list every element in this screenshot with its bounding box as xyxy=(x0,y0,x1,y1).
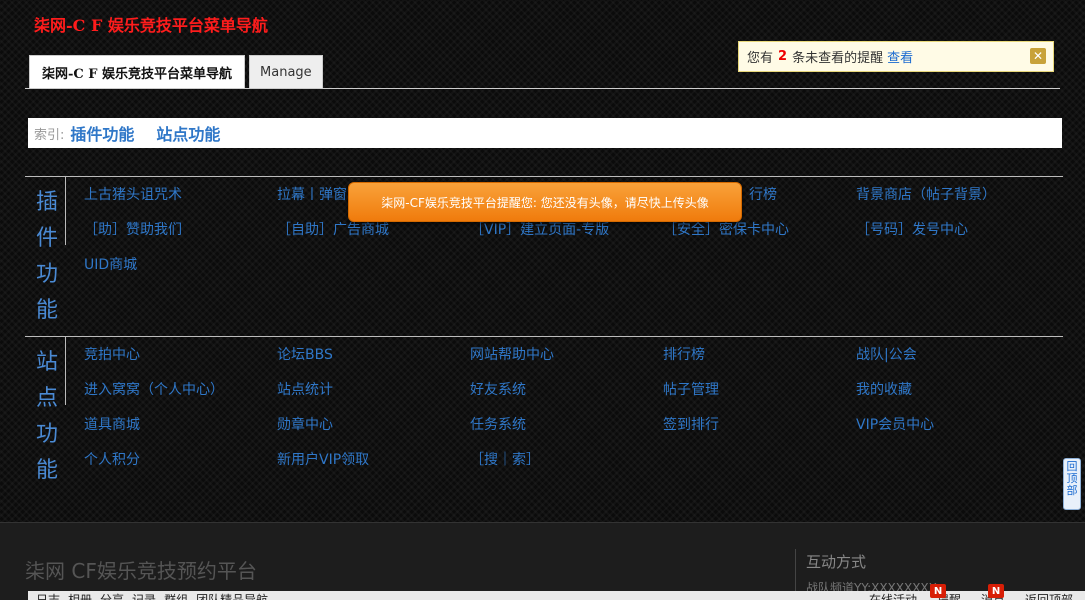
site-link[interactable]: 排行榜 xyxy=(663,344,856,366)
site-link[interactable]: VIP会员中心 xyxy=(856,414,1049,436)
footer-contact-title: 互动方式 xyxy=(806,553,867,571)
site-link[interactable]: 道具商城 xyxy=(84,414,277,436)
notice-view-link[interactable]: 查看 xyxy=(887,47,913,66)
index-link-site[interactable]: 站点功能 xyxy=(156,121,220,145)
tab-manage[interactable]: Manage xyxy=(249,55,323,89)
close-icon[interactable]: ✕ xyxy=(1030,48,1046,64)
notice-count: 2 xyxy=(778,49,788,64)
toolbar-item[interactable]: 日志 xyxy=(36,591,60,600)
site-link[interactable]: 任务系统 xyxy=(470,414,663,436)
plugin-link[interactable]: ［VIP］建立页面-专版 xyxy=(470,219,663,241)
avatar-reminder-toast: 柒网-CF娱乐竞技平台提醒您: 您还没有头像，请尽快上传头像 xyxy=(348,182,742,222)
plugin-link[interactable]: 上古猪头诅咒术 xyxy=(84,184,277,206)
footer: 柒网 CF娱乐竞技预约平台 互动方式 战队频道YY:XXXXXXXX xyxy=(0,522,1085,600)
index-bar: 索引: 插件功能 站点功能 xyxy=(28,118,1062,148)
site-link[interactable]: 论坛BBS xyxy=(277,344,470,366)
notice-suffix: 条未查看的提醒 xyxy=(792,51,884,66)
site-grid: 竞拍中心 论坛BBS 网站帮助中心 排行榜 战队|公会 进入窝窝（个人中心） 站… xyxy=(84,344,1049,471)
bottom-toolbar: 日志 相册 分享 记录 群组 团队精品导航 在线活动 提醒 消息 返回顶部 xyxy=(28,591,1085,600)
index-label: 索引: xyxy=(34,127,65,143)
plugins-section-label: 插件功能 xyxy=(35,190,58,323)
toolbar-item[interactable]: 记录 xyxy=(132,591,156,600)
site-link[interactable]: 竞拍中心 xyxy=(84,344,277,366)
site-link[interactable]: 帖子管理 xyxy=(663,379,856,401)
site-link[interactable]: 签到排行 xyxy=(663,414,856,436)
toolbar-item[interactable]: 分享 xyxy=(100,591,124,600)
toolbar-item[interactable]: 群组 xyxy=(164,591,188,600)
plugin-link[interactable]: ［助］赞助我们 xyxy=(84,219,277,241)
site-link[interactable]: 进入窝窝（个人中心） xyxy=(84,379,277,401)
site-title: 柒网-C F 娱乐竞技平台菜单导航 xyxy=(34,16,268,35)
tab-divider xyxy=(25,88,1060,89)
toolbar-right-item[interactable]: 返回顶部 xyxy=(1025,591,1073,600)
site-link[interactable]: 战队|公会 xyxy=(856,344,1049,366)
tab-bar: 柒网-C F 娱乐竞技平台菜单导航 Manage xyxy=(29,55,323,89)
notice-prefix: 您有 xyxy=(747,51,774,66)
plugin-link[interactable]: 背景商店（帖子背景） xyxy=(856,184,1049,206)
toolbar-item[interactable]: 团队精品导航 xyxy=(196,591,268,600)
footer-brand: 柒网 CF娱乐竞技预约平台 xyxy=(25,559,257,583)
site-link[interactable]: 我的收藏 xyxy=(856,379,1049,401)
back-to-top-button[interactable]: 回顶部 xyxy=(1063,458,1081,510)
site-link[interactable]: 网站帮助中心 xyxy=(470,344,663,366)
site-section: 站点功能 竞拍中心 论坛BBS 网站帮助中心 排行榜 战队|公会 进入窝窝（个人… xyxy=(25,336,1063,486)
new-badge: N xyxy=(930,584,946,598)
section-divider xyxy=(65,337,66,405)
tab-menu-nav[interactable]: 柒网-C F 娱乐竞技平台菜单导航 xyxy=(29,55,246,89)
site-link[interactable]: 勋章中心 xyxy=(277,414,470,436)
site-link[interactable]: 个人积分 xyxy=(84,449,277,471)
plugin-link[interactable]: ［号码］发号中心 xyxy=(856,219,1049,241)
site-section-label: 站点功能 xyxy=(35,350,58,483)
section-divider xyxy=(65,177,66,245)
site-link[interactable]: ［搜｜索］ xyxy=(470,449,663,471)
site-link[interactable]: 新用户VIP领取 xyxy=(277,449,470,471)
plugin-link[interactable]: UID商城 xyxy=(84,254,277,276)
toolbar-right-item[interactable]: 在线活动 xyxy=(869,591,917,600)
index-link-plugins[interactable]: 插件功能 xyxy=(70,121,134,145)
site-link[interactable]: 站点统计 xyxy=(277,379,470,401)
toolbar-right: 在线活动 提醒 消息 返回顶部 xyxy=(869,591,1073,600)
site-link[interactable]: 好友系统 xyxy=(470,379,663,401)
toolbar-item[interactable]: 相册 xyxy=(68,591,92,600)
plugin-link[interactable]: ［安全］密保卡中心 xyxy=(663,219,856,241)
plugin-link[interactable]: ［自助］广告商城 xyxy=(277,219,470,241)
reminder-notice: 您有 2 条未查看的提醒 查看 ✕ xyxy=(738,41,1054,72)
new-badge: N xyxy=(988,584,1004,598)
